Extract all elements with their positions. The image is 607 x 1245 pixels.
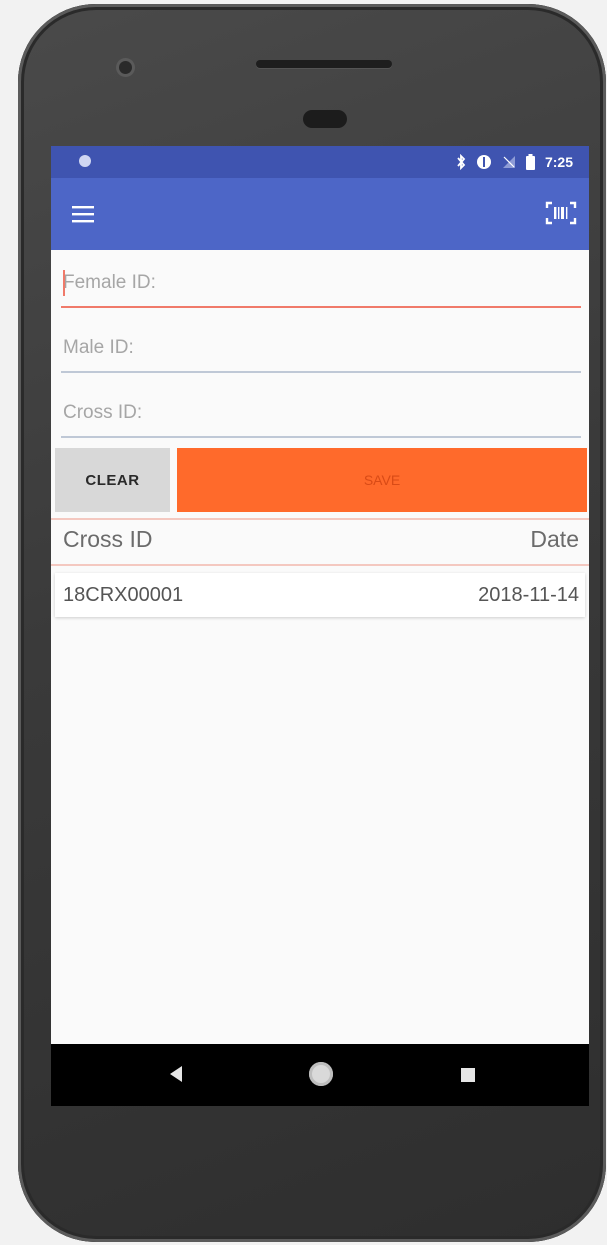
hamburger-menu-icon[interactable] xyxy=(67,200,99,228)
text-cursor xyxy=(63,270,65,296)
bluetooth-icon xyxy=(457,154,466,170)
earpiece-speaker xyxy=(256,60,392,68)
app-screen: 7:25 C xyxy=(51,146,589,1106)
table-row[interactable]: 18CRX00001 2018-11-14 xyxy=(55,573,585,617)
column-header-date: Date xyxy=(530,526,579,552)
front-camera xyxy=(119,61,132,74)
data-saver-icon xyxy=(476,155,491,169)
status-time: 7:25 xyxy=(544,154,573,170)
back-icon[interactable] xyxy=(169,1065,183,1083)
cross-id-field xyxy=(61,394,581,438)
clear-button[interactable]: CLEAR xyxy=(55,448,170,512)
cross-id-input[interactable] xyxy=(61,394,581,432)
barcode-scan-icon[interactable] xyxy=(543,198,579,228)
notification-icon xyxy=(79,155,91,167)
status-bar: 7:25 xyxy=(51,146,589,178)
row-cross-id: 18CRX00001 xyxy=(63,583,184,606)
female-id-underline xyxy=(61,306,581,308)
header-divider-top xyxy=(51,518,589,520)
female-id-input[interactable] xyxy=(61,264,581,302)
column-header-cross-id: Cross ID xyxy=(63,526,153,552)
female-id-field xyxy=(61,264,581,308)
male-id-field xyxy=(61,329,581,373)
male-id-input[interactable] xyxy=(61,329,581,367)
recent-apps-icon[interactable] xyxy=(461,1068,475,1082)
proximity-sensor xyxy=(303,110,347,128)
battery-icon xyxy=(525,154,535,170)
cross-id-underline xyxy=(61,436,581,438)
no-signal-icon xyxy=(502,156,515,168)
app-bar xyxy=(51,178,589,250)
header-divider-bottom xyxy=(51,564,589,566)
status-icons: 7:25 xyxy=(456,152,573,172)
male-id-underline xyxy=(61,371,581,373)
home-icon[interactable] xyxy=(309,1062,333,1086)
row-date: 2018-11-14 xyxy=(478,583,579,606)
save-button[interactable]: SAVE xyxy=(177,448,587,512)
system-nav-bar xyxy=(51,1044,589,1106)
